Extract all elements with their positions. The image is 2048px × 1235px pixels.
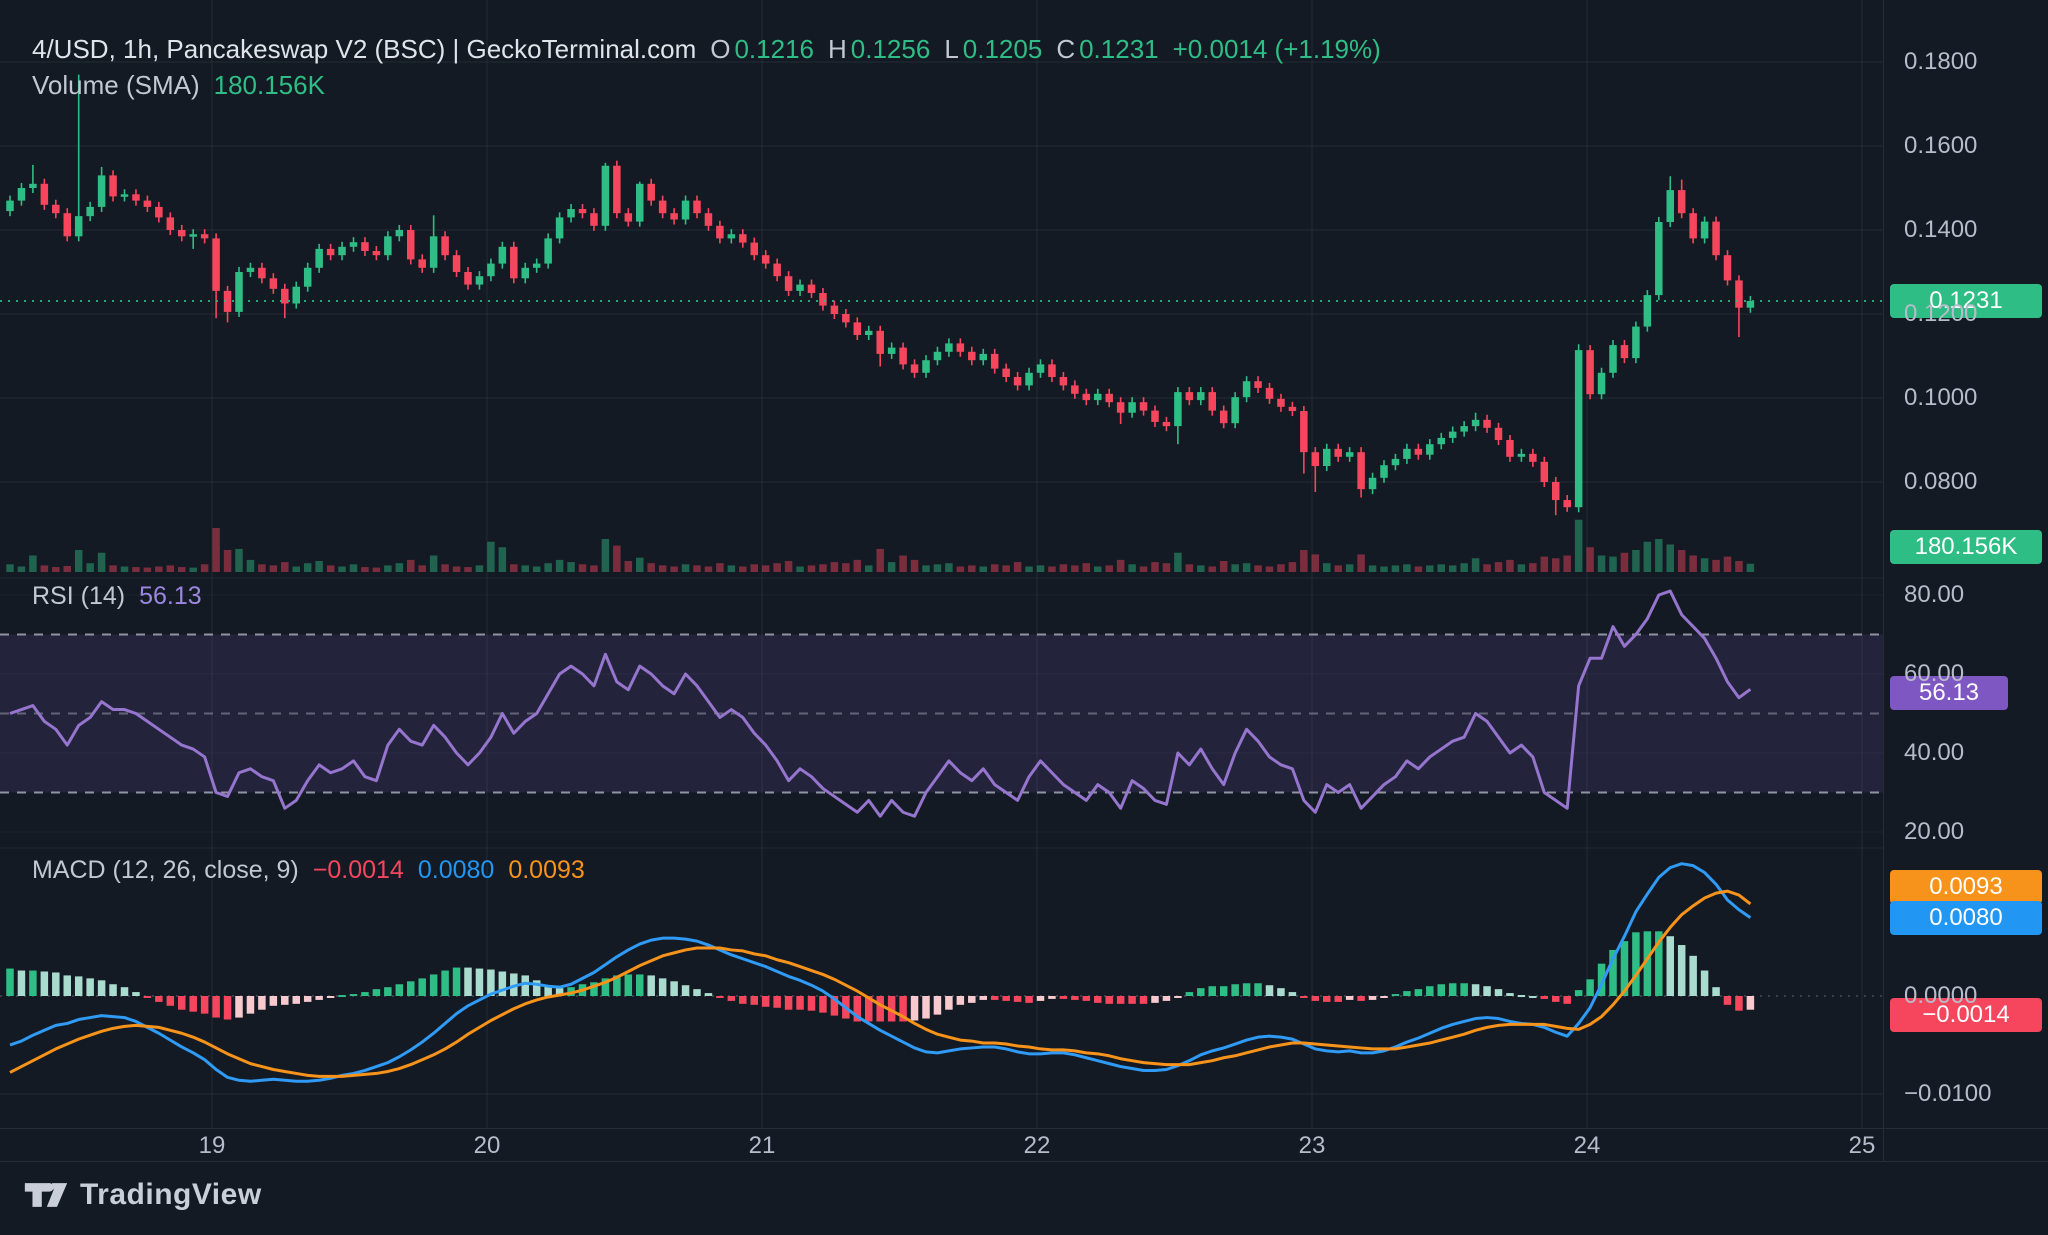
rsi-label: RSI (14)	[32, 582, 125, 611]
macd-label: MACD (12, 26, close, 9)	[32, 856, 299, 885]
chart-window: 4/USD, 1h, Pancakeswap V2 (BSC) | GeckoT…	[0, 0, 2048, 1235]
rsi-tick-label: 40.00	[1904, 739, 1964, 767]
tradingview-icon	[24, 1178, 68, 1212]
time-tick-label: 24	[1574, 1129, 1601, 1161]
price-tick-label: 0.0800	[1904, 468, 1977, 496]
close-value: 0.1231	[1079, 34, 1159, 65]
macd-pane	[0, 864, 1883, 1082]
time-tick-label: 25	[1849, 1129, 1876, 1161]
tradingview-text: TradingView	[80, 1178, 262, 1212]
macd-tick-label: −0.0100	[1904, 1080, 1991, 1108]
macd-signal-value: 0.0093	[508, 856, 584, 885]
rsi-tick-label: 60.00	[1904, 660, 1964, 688]
price-tick-label: 0.1400	[1904, 216, 1977, 244]
price-tick-label: 0.1200	[1904, 300, 1977, 328]
high-label: H	[828, 34, 847, 65]
macd-tick-label: 0.0000	[1904, 982, 1977, 1010]
volume-badge: 180.156K	[1890, 530, 2042, 564]
change-value: +0.0014 (+1.19%)	[1173, 34, 1381, 65]
open-value: 0.1216	[734, 34, 814, 65]
volume-legend: Volume (SMA) 180.156K	[32, 70, 325, 101]
rsi-pane	[0, 591, 1883, 816]
price-tick-label: 0.1000	[1904, 384, 1977, 412]
price-axis[interactable]: 0.1231 180.156K 56.13 0.0093 0.0080 −0.0…	[1883, 0, 2048, 1160]
low-label: L	[944, 34, 958, 65]
close-label: C	[1056, 34, 1075, 65]
open-label: O	[710, 34, 730, 65]
time-tick-label: 23	[1299, 1129, 1326, 1161]
macd-legend: MACD (12, 26, close, 9) −0.0014 0.0080 0…	[32, 856, 585, 885]
time-tick-label: 20	[474, 1129, 501, 1161]
volume-value: 180.156K	[214, 70, 325, 101]
rsi-tick-label: 20.00	[1904, 818, 1964, 846]
time-tick-label: 19	[199, 1129, 226, 1161]
volume-label: Volume (SMA)	[32, 70, 200, 101]
rsi-value: 56.13	[139, 582, 202, 611]
tradingview-logo[interactable]: TradingView	[24, 1178, 262, 1212]
symbol-title: 4/USD, 1h, Pancakeswap V2 (BSC) | GeckoT…	[32, 34, 696, 65]
macd-line-badge: 0.0080	[1890, 901, 2042, 935]
high-value: 0.1256	[851, 34, 931, 65]
macd-line-value: 0.0080	[418, 856, 494, 885]
rsi-tick-label: 80.00	[1904, 581, 1964, 609]
time-tick-label: 22	[1024, 1129, 1051, 1161]
chart-legend: 4/USD, 1h, Pancakeswap V2 (BSC) | GeckoT…	[32, 34, 1381, 65]
price-tick-label: 0.1600	[1904, 132, 1977, 160]
macd-signal-badge: 0.0093	[1890, 870, 2042, 904]
chart-plot-area[interactable]	[0, 0, 2048, 1160]
price-pane	[6, 75, 1754, 572]
price-tick-label: 0.1800	[1904, 48, 1977, 76]
time-axis[interactable]: 19 20 21 22 23 24 25	[0, 1128, 1883, 1162]
low-value: 0.1205	[963, 34, 1043, 65]
time-tick-label: 21	[749, 1129, 776, 1161]
axis-corner	[1883, 1128, 2048, 1162]
rsi-legend: RSI (14) 56.13	[32, 582, 202, 611]
macd-hist-value: −0.0014	[313, 856, 404, 885]
